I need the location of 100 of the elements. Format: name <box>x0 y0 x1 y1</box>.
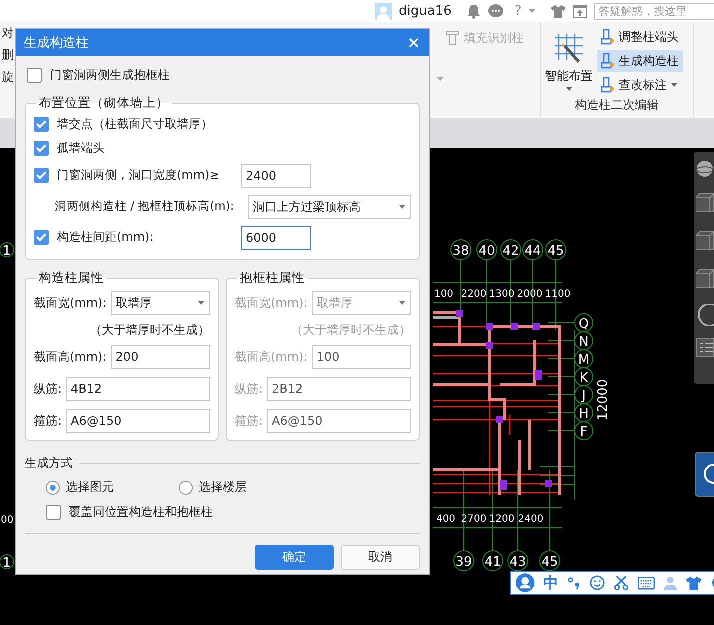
caret-icon <box>198 301 205 305</box>
dropdown[interactable]: 取墙厚 <box>110 291 210 315</box>
checkbox[interactable] <box>34 116 49 132</box>
dimension-label: 1300 <box>489 289 515 300</box>
column-icon <box>446 31 460 46</box>
radio-label: 选择图元 <box>66 479 114 496</box>
dimension-label: 100 <box>434 289 454 300</box>
axis-bubble: 45 <box>546 240 566 260</box>
ribbon-item[interactable]: 旋 <box>0 70 15 84</box>
caret-icon[interactable] <box>528 9 536 13</box>
field-label: 截面宽(mm): <box>34 294 107 312</box>
axis-bubble: M <box>574 350 594 368</box>
caret-icon <box>566 87 572 91</box>
keyboard-icon[interactable] <box>638 576 655 590</box>
checkbox[interactable] <box>27 68 42 82</box>
help-button[interactable]: ? <box>514 4 522 18</box>
field-label: 箍筋: <box>235 412 264 430</box>
punctuation-icon[interactable] <box>568 575 581 591</box>
dimension-label: 1200 <box>489 514 515 525</box>
text-field[interactable]: 4B12 <box>66 377 210 401</box>
close-icon[interactable] <box>409 38 419 48</box>
checkbox[interactable] <box>34 140 49 156</box>
ribbon-item[interactable]: 删 <box>0 48 15 62</box>
dimension-label: 00 <box>1 515 14 526</box>
sphere-icon[interactable] <box>696 160 714 178</box>
radio-label: 选择楼层 <box>199 479 247 496</box>
axis-bubble: 38 <box>450 240 472 260</box>
checkbox-label: 构造柱间距(mm): <box>57 229 155 246</box>
ribbon-item[interactable]: 调整柱端头 <box>597 26 683 48</box>
cancel-button[interactable]: 取消 <box>341 545 420 570</box>
checkbox[interactable] <box>46 504 61 520</box>
scissors-icon[interactable] <box>614 575 629 591</box>
bell-icon[interactable] <box>466 4 481 18</box>
field-label: 纵筋: <box>34 380 62 398</box>
axis-bubble: 45 <box>540 550 560 572</box>
group-title: 布置位置（砌体墙上） <box>38 95 170 112</box>
axis-bubble: 1 <box>0 554 14 571</box>
shirt-icon[interactable] <box>550 4 566 18</box>
group-title: 抱框柱属性 <box>239 270 306 287</box>
hint-text: （大于墙厚时不生成） <box>291 322 411 338</box>
shirt-icon[interactable] <box>686 576 702 590</box>
grid-wand-icon <box>553 32 585 66</box>
field-label: 截面高(mm): <box>235 348 308 366</box>
caret-icon <box>671 83 678 87</box>
axis-bubble: 44 <box>522 240 544 260</box>
radio-button[interactable] <box>46 480 60 494</box>
ribbon-item[interactable]: 生成构造柱 <box>597 50 683 72</box>
dropdown[interactable]: 洞口上方过梁顶标高 <box>248 194 411 218</box>
axis-bubble: J <box>574 386 594 404</box>
dimension-label: 2400 <box>518 514 544 525</box>
app-button[interactable] <box>695 452 714 497</box>
radio-button[interactable] <box>179 480 193 494</box>
hint-text: （大于墙厚时不生成） <box>90 322 210 338</box>
dimension-label: 400 <box>436 514 456 525</box>
field-label: 纵筋: <box>235 380 264 398</box>
axis-bubble: H <box>574 404 594 422</box>
axis-bubble: 1 <box>0 242 14 259</box>
user-name[interactable]: digua16 <box>399 4 452 18</box>
dimension-label: 2700 <box>461 514 487 525</box>
column-icon <box>601 29 615 45</box>
text-field[interactable]: 6000 <box>241 226 311 250</box>
checkbox-label: 孤墙端头 <box>57 140 105 156</box>
ribbon-item[interactable]: 对 <box>0 26 15 40</box>
group-label: 构造柱二次编辑 <box>574 97 660 114</box>
caret-icon <box>399 301 406 305</box>
dimension-label: 12000 <box>596 379 611 421</box>
axis-bubble: 41 <box>482 550 504 572</box>
smiley-icon[interactable] <box>590 575 605 591</box>
chat-icon[interactable] <box>488 4 504 18</box>
axis-bubble: N <box>574 332 594 350</box>
dimension-label: 2000 <box>517 289 543 300</box>
axis-bubble: 40 <box>476 240 498 260</box>
ok-button[interactable]: 确定 <box>255 545 334 570</box>
field-label: 截面宽(mm): <box>235 294 308 312</box>
field-label: 箍筋: <box>34 412 62 430</box>
field-label: 洞两侧构造柱 / 抱框柱顶标高(m): <box>55 199 236 214</box>
dimension-label: 2200 <box>461 289 487 300</box>
list-icon[interactable] <box>696 338 714 358</box>
caret-icon[interactable] <box>437 77 444 81</box>
axis-bubble: 43 <box>508 550 528 572</box>
window-icon[interactable] <box>572 4 587 18</box>
smart-layout-button[interactable]: 智能布置 <box>541 26 597 97</box>
ribbon-item[interactable]: 查改标注 <box>597 74 683 96</box>
axis-bubble: Q <box>574 314 594 332</box>
text-field[interactable]: 200 <box>110 345 210 369</box>
checkbox-label: 墙交点（柱截面尺寸取墙厚） <box>57 116 213 132</box>
checkbox-label: 门窗洞两侧生成抱框柱 <box>50 66 170 84</box>
language-toggle[interactable]: 中 <box>544 574 559 592</box>
section-title: 生成方式 <box>25 454 73 472</box>
axis-bubble: 39 <box>454 550 474 572</box>
text-field[interactable]: 2400 <box>241 164 311 188</box>
column-icon <box>601 77 615 93</box>
group-title: 构造柱属性 <box>38 270 105 287</box>
axis-bubble: F <box>574 422 594 440</box>
checkbox[interactable] <box>34 230 49 245</box>
axis-bubble: 42 <box>500 240 522 260</box>
field-label: 截面高(mm): <box>34 348 107 366</box>
checkbox[interactable] <box>34 168 49 183</box>
text-field[interactable]: A6@150 <box>66 409 210 433</box>
avatar-icon[interactable] <box>516 573 535 593</box>
